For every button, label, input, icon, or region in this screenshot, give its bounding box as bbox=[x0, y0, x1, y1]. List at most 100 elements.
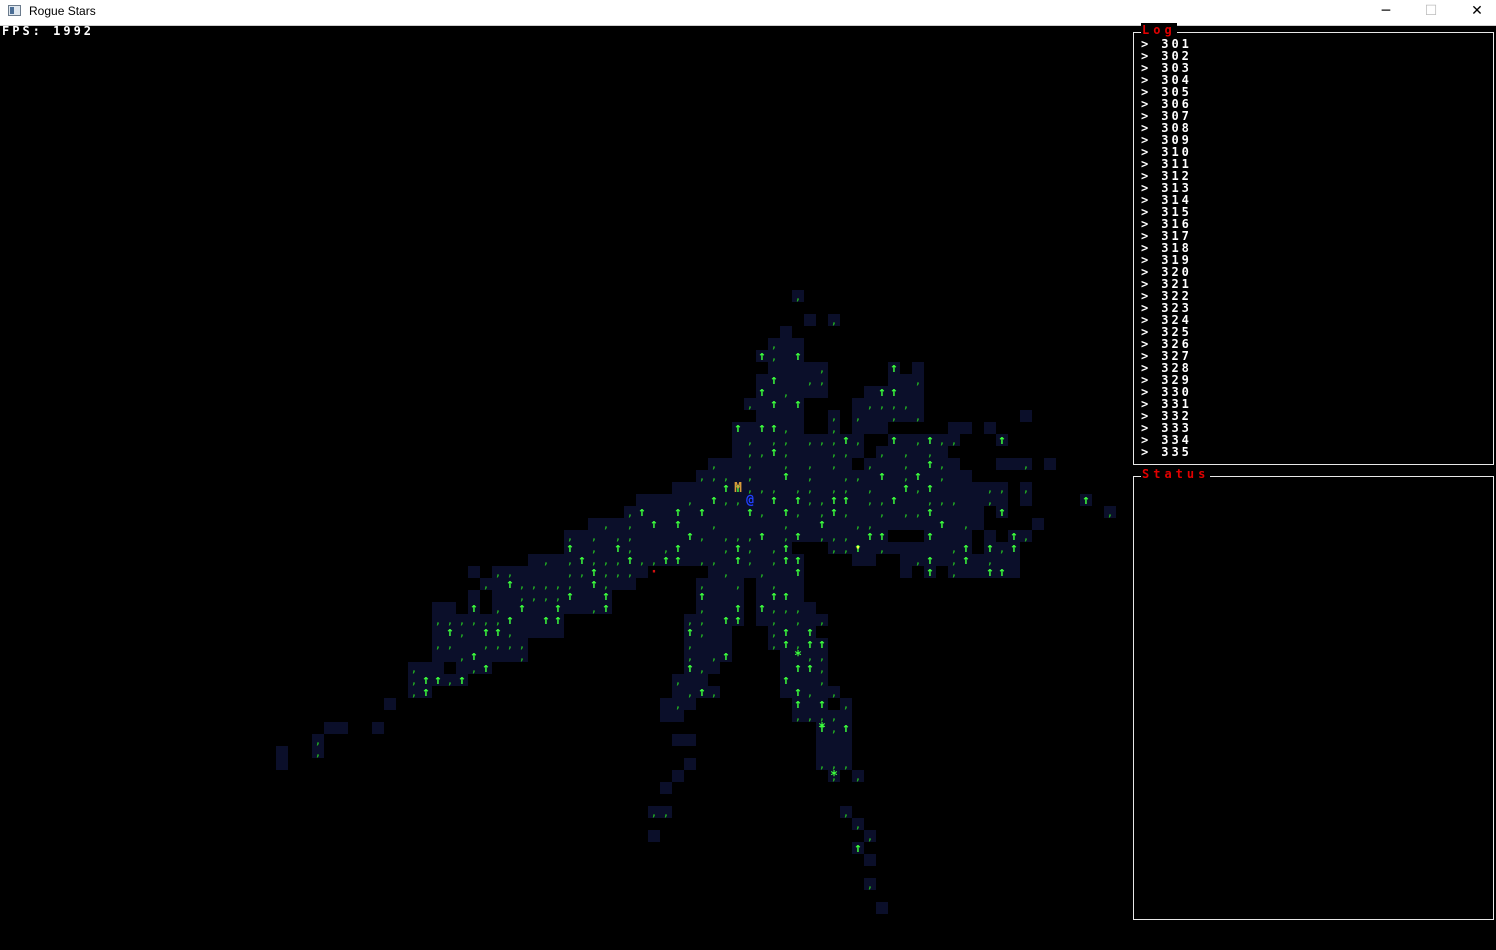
floor-tile bbox=[732, 518, 744, 530]
log-entry-text: 335 bbox=[1161, 445, 1192, 459]
grass-tile: , bbox=[963, 520, 969, 531]
floor-tile bbox=[816, 746, 828, 758]
grass-tile: , bbox=[1023, 460, 1029, 471]
floor-tile bbox=[1008, 566, 1020, 578]
grass-tile: , bbox=[519, 640, 525, 651]
grass-tile: , bbox=[807, 688, 813, 699]
grass-tile: , bbox=[483, 580, 489, 591]
tree-icon: ↑ bbox=[602, 601, 610, 616]
minimize-button[interactable]: ─ bbox=[1363, 0, 1409, 25]
floor-tile bbox=[768, 530, 780, 542]
floor-tile bbox=[768, 518, 780, 530]
grass-tile: , bbox=[795, 604, 801, 615]
grass-tile: , bbox=[915, 436, 921, 447]
floor-tile bbox=[720, 578, 732, 590]
tree-icon: ↑ bbox=[506, 613, 514, 628]
grass-tile: , bbox=[759, 484, 765, 495]
tree-icon: ↑ bbox=[698, 589, 706, 604]
dungeon-map[interactable]: , , ↑ ↑,,,,,, , ↑ ↑,,, ↑ ↑ ↑ ↑,, ↑ ↑,,, ↑,, ↑,,,,, ↑ ↑, ↑… bbox=[0, 26, 1130, 950]
floor-tile bbox=[720, 518, 732, 530]
floor-tile bbox=[828, 470, 840, 482]
grass-tile: , bbox=[807, 460, 813, 471]
floor-tile bbox=[864, 410, 876, 422]
grass-tile: , bbox=[783, 388, 789, 399]
grass-tile: , bbox=[615, 568, 621, 579]
tree-icon: ↑ bbox=[722, 481, 730, 496]
tree-icon: ↑ bbox=[770, 373, 778, 388]
floor-tile bbox=[756, 578, 768, 590]
floor-tile bbox=[816, 458, 828, 470]
grass-tile: , bbox=[795, 292, 801, 303]
floor-tile bbox=[1032, 518, 1044, 530]
floor-tile bbox=[672, 686, 684, 698]
floor-tile bbox=[876, 422, 888, 434]
grass-tile: , bbox=[819, 376, 825, 387]
floor-tile bbox=[912, 362, 924, 374]
log-prompt: > bbox=[1141, 445, 1149, 459]
tree-icon: ↑ bbox=[794, 529, 802, 544]
floor-tile bbox=[876, 902, 888, 914]
floor-tile bbox=[912, 398, 924, 410]
floor-tile bbox=[936, 542, 948, 554]
floor-tile bbox=[852, 446, 864, 458]
floor-tile bbox=[708, 566, 720, 578]
floor-tile bbox=[660, 782, 672, 794]
tree-icon: ↑ bbox=[926, 565, 934, 580]
floor-tile bbox=[648, 542, 660, 554]
tree-icon: ↑ bbox=[926, 529, 934, 544]
floor-tile bbox=[960, 470, 972, 482]
tree-icon: ↑ bbox=[878, 385, 886, 400]
floor-tile bbox=[1020, 410, 1032, 422]
grass-tile: , bbox=[723, 568, 729, 579]
floor-tile bbox=[456, 638, 468, 650]
floor-tile bbox=[528, 566, 540, 578]
tree-icon: ↑ bbox=[650, 517, 658, 532]
log-title: Log bbox=[1141, 23, 1177, 37]
maximize-button[interactable]: ☐ bbox=[1408, 0, 1454, 25]
floor-tile bbox=[840, 458, 852, 470]
window-title: Rogue Stars bbox=[29, 4, 96, 18]
tree-icon: ↑ bbox=[770, 445, 778, 460]
grass-tile: , bbox=[999, 544, 1005, 555]
tree-icon: ↑ bbox=[782, 589, 790, 604]
grass-tile: , bbox=[603, 556, 609, 567]
floor-tile bbox=[876, 410, 888, 422]
floor-tile bbox=[972, 518, 984, 530]
grass-tile: , bbox=[843, 448, 849, 459]
fps-counter: FPS: 1992 bbox=[2, 24, 95, 38]
floor-tile bbox=[768, 470, 780, 482]
tree-icon: ↑ bbox=[782, 637, 790, 652]
floor-tile bbox=[972, 506, 984, 518]
floor-tile bbox=[672, 734, 684, 746]
floor-tile bbox=[900, 554, 912, 566]
floor-tile bbox=[804, 362, 816, 374]
floor-tile bbox=[528, 626, 540, 638]
floor-tile bbox=[828, 746, 840, 758]
grass-tile: , bbox=[795, 712, 801, 723]
floor-tile bbox=[684, 482, 696, 494]
grass-tile: , bbox=[711, 652, 717, 663]
close-button[interactable]: ✕ bbox=[1454, 0, 1496, 25]
floor-tile bbox=[852, 422, 864, 434]
grass-tile: , bbox=[747, 472, 753, 483]
floor-tile bbox=[660, 494, 672, 506]
tree-icon: ↑ bbox=[794, 493, 802, 508]
grass-tile: , bbox=[819, 616, 825, 627]
tree-icon: ↑ bbox=[542, 613, 550, 628]
grass-tile: , bbox=[771, 604, 777, 615]
floor-tile bbox=[684, 698, 696, 710]
blood-mark: · bbox=[650, 564, 658, 580]
app-icon bbox=[8, 5, 21, 16]
star-icon: * bbox=[818, 721, 826, 736]
floor-tile bbox=[792, 458, 804, 470]
grass-tile: , bbox=[843, 808, 849, 819]
floor-tile bbox=[696, 650, 708, 662]
tree-icon: ↑ bbox=[494, 625, 502, 640]
grass-tile: , bbox=[819, 676, 825, 687]
floor-tile bbox=[768, 566, 780, 578]
tree-icon: ↑ bbox=[734, 541, 742, 556]
floor-tile bbox=[864, 386, 876, 398]
grass-tile: , bbox=[831, 436, 837, 447]
floor-tile bbox=[888, 518, 900, 530]
floor-tile bbox=[576, 590, 588, 602]
